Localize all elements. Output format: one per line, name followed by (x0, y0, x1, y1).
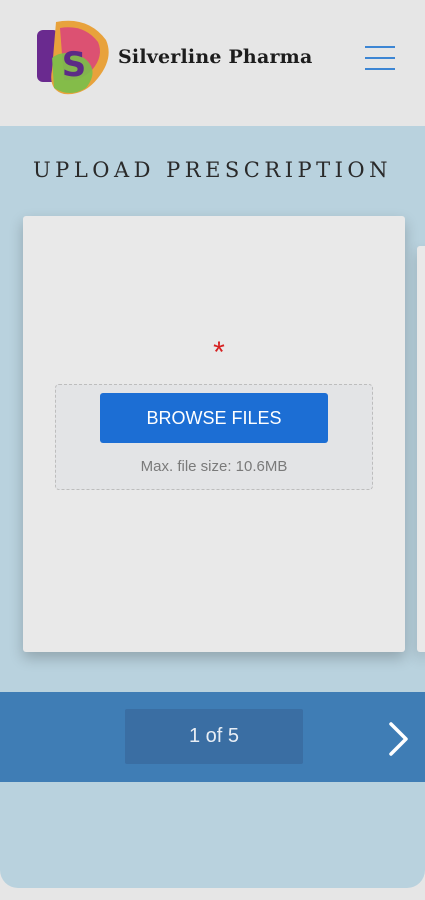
app-header: S Silverline Pharma (0, 0, 425, 126)
browse-files-button[interactable]: BROWSE FILES (100, 393, 328, 443)
svg-text:S: S (62, 45, 87, 85)
required-marker: * (213, 336, 225, 369)
hamburger-menu-icon[interactable] (360, 40, 400, 76)
max-file-size-text: Max. file size: 10.6MB (140, 458, 288, 475)
brand-name: Silverline Pharma (118, 46, 313, 68)
silverline-logo: S (37, 20, 109, 95)
page-indicator: 1 of 5 (125, 709, 303, 764)
page-title: UPLOAD PRESCRIPTION (32, 158, 393, 182)
chevron-right-icon[interactable] (378, 714, 418, 764)
next-card-peek (417, 246, 425, 652)
